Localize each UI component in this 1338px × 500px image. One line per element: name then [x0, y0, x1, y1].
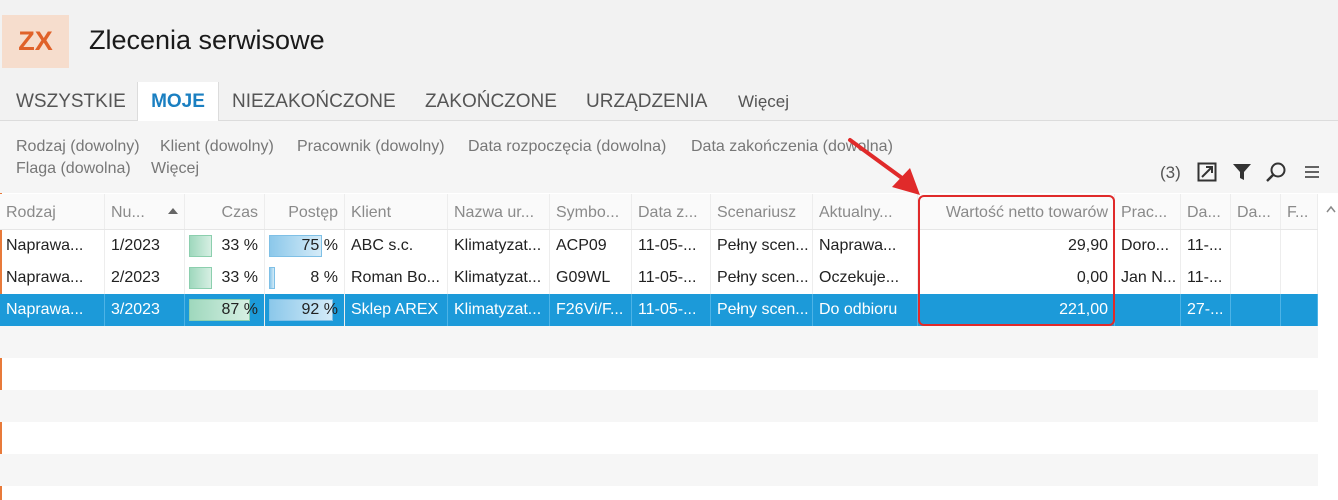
tab-bar: WSZYSTKIE MOJE NIEZAKOŃCZONE ZAKOŃCZONE …	[0, 82, 1338, 121]
cell-aktualny: Naprawa...	[813, 230, 918, 262]
filter-icon[interactable]	[1230, 160, 1254, 184]
cell-numer: 2/2023	[105, 262, 185, 294]
empty-row	[0, 422, 1318, 454]
search-icon[interactable]	[1264, 160, 1288, 184]
column-header-data-1[interactable]: Da...	[1181, 194, 1231, 229]
cell-klient: Roman Bo...	[345, 262, 448, 294]
cell-pracownik: Doro...	[1115, 230, 1181, 262]
column-header-flaga[interactable]: F...	[1281, 194, 1318, 229]
cell-symbol: ACP09	[550, 230, 632, 262]
tab-niezakonczone[interactable]: NIEZAKOŃCZONE	[232, 82, 396, 120]
filter-rodzaj[interactable]: Rodzaj (dowolny)	[16, 138, 140, 156]
cell-numer: 3/2023	[105, 294, 185, 326]
cell-data-2	[1231, 230, 1281, 262]
column-header-data-2[interactable]: Da...	[1231, 194, 1281, 229]
menu-icon[interactable]	[1300, 160, 1324, 184]
cell-klient: Sklep AREX	[345, 294, 448, 326]
column-header-symbol[interactable]: Symbo...	[550, 194, 632, 229]
czas-label: 33 %	[221, 237, 258, 254]
sort-ascending-icon	[168, 208, 178, 214]
cell-scenariusz: Pełny scen...	[711, 230, 813, 262]
table-row[interactable]: Naprawa... 3/2023 87 % 92 % Sklep AREX Klimat…	[0, 294, 1318, 326]
export-icon[interactable]	[1195, 160, 1219, 184]
scroll-up-icon[interactable]	[1326, 200, 1336, 218]
column-header-czas[interactable]: Czas	[185, 194, 265, 229]
cell-scenariusz: Pełny scen...	[711, 262, 813, 294]
filter-klient[interactable]: Klient (dowolny)	[160, 138, 274, 156]
cell-czas: 87 %	[185, 294, 265, 326]
cell-symbol: F26Vi/F...	[550, 294, 632, 326]
tab-urzadzenia[interactable]: URZĄDZENIA	[586, 82, 707, 120]
czas-label: 87 %	[221, 301, 258, 318]
table-row[interactable]: Naprawa... 2/2023 33 % 8 % Roman Bo... Klimat…	[0, 262, 1318, 294]
annotation-arrow-icon	[848, 138, 920, 195]
cell-data-1: 11-...	[1181, 230, 1231, 262]
cell-data-1: 27-...	[1181, 294, 1231, 326]
column-header-pracownik[interactable]: Prac...	[1115, 194, 1181, 229]
cell-postep: 75 %	[265, 230, 345, 262]
empty-row	[0, 390, 1318, 422]
postep-progress-bar	[269, 267, 275, 289]
cell-nazwa: Klimatyzat...	[448, 262, 550, 294]
postep-label: 75 %	[301, 237, 338, 254]
tab-wszystkie[interactable]: WSZYSTKIE	[16, 82, 126, 120]
cell-data-z: 11-05-...	[632, 230, 711, 262]
cell-flaga	[1281, 262, 1318, 294]
empty-row	[0, 454, 1318, 486]
column-header-rodzaj[interactable]: Rodzaj	[0, 194, 105, 229]
cell-postep: 92 %	[265, 294, 345, 326]
column-header-postep[interactable]: Postęp	[265, 194, 345, 229]
cell-flaga	[1281, 294, 1318, 326]
app-header: ZX Zlecenia serwisowe	[0, 0, 1338, 82]
cell-flaga	[1281, 230, 1318, 262]
grid-header: Rodzaj Nu... Czas Postęp Klient Nazwa ur…	[0, 194, 1318, 230]
cell-data-z: 11-05-...	[632, 294, 711, 326]
filter-flaga[interactable]: Flaga (dowolna)	[16, 160, 131, 178]
cell-data-2	[1231, 262, 1281, 294]
cell-klient: ABC s.c.	[345, 230, 448, 262]
postep-label: 92 %	[301, 301, 338, 318]
column-header-nazwa[interactable]: Nazwa ur...	[448, 194, 550, 229]
cell-data-2	[1231, 294, 1281, 326]
orders-grid: Rodzaj Nu... Czas Postęp Klient Nazwa ur…	[0, 194, 1318, 486]
record-count: (3)	[1160, 163, 1181, 182]
tab-moje[interactable]: MOJE	[137, 82, 219, 121]
cell-nazwa: Klimatyzat...	[448, 230, 550, 262]
cell-symbol: G09WL	[550, 262, 632, 294]
cell-pracownik: Jan N...	[1115, 262, 1181, 294]
postep-label: 8 %	[310, 269, 338, 286]
page-title: Zlecenia serwisowe	[89, 25, 325, 55]
cell-data-1: 11-...	[1181, 262, 1231, 294]
czas-progress-bar	[189, 267, 212, 289]
cell-rodzaj: Naprawa...	[0, 262, 105, 294]
filter-data-rozpoczecia[interactable]: Data rozpoczęcia (dowolna)	[468, 138, 666, 156]
tab-more[interactable]: Więcej	[738, 82, 789, 120]
cell-czas: 33 %	[185, 262, 265, 294]
cell-rodzaj: Naprawa...	[0, 294, 105, 326]
filter-more[interactable]: Więcej	[151, 160, 199, 178]
cell-data-z: 11-05-...	[632, 262, 711, 294]
table-row[interactable]: Naprawa... 1/2023 33 % 75 % ABC s.c. Klimatyz…	[0, 230, 1318, 262]
empty-row	[0, 358, 1318, 390]
cell-pracownik	[1115, 294, 1181, 326]
cell-numer: 1/2023	[105, 230, 185, 262]
cell-aktualny: Do odbioru	[813, 294, 918, 326]
column-header-data-z[interactable]: Data z...	[632, 194, 711, 229]
cell-czas: 33 %	[185, 230, 265, 262]
tab-zakonczone[interactable]: ZAKOŃCZONE	[425, 82, 557, 120]
cell-aktualny: Oczekuje...	[813, 262, 918, 294]
column-header-klient[interactable]: Klient	[345, 194, 448, 229]
filter-pracownik[interactable]: Pracownik (dowolny)	[297, 138, 445, 156]
filter-bar	[0, 121, 1338, 193]
cell-scenariusz: Pełny scen...	[711, 294, 813, 326]
cell-rodzaj: Naprawa...	[0, 230, 105, 262]
empty-row	[0, 326, 1318, 358]
column-header-scenariusz[interactable]: Scenariusz	[711, 194, 813, 229]
cell-postep: 8 %	[265, 262, 345, 294]
annotation-highlight-box	[918, 195, 1115, 326]
czas-progress-bar	[189, 235, 212, 257]
app-badge: ZX	[2, 15, 69, 68]
czas-label: 33 %	[221, 269, 258, 286]
cell-nazwa: Klimatyzat...	[448, 294, 550, 326]
